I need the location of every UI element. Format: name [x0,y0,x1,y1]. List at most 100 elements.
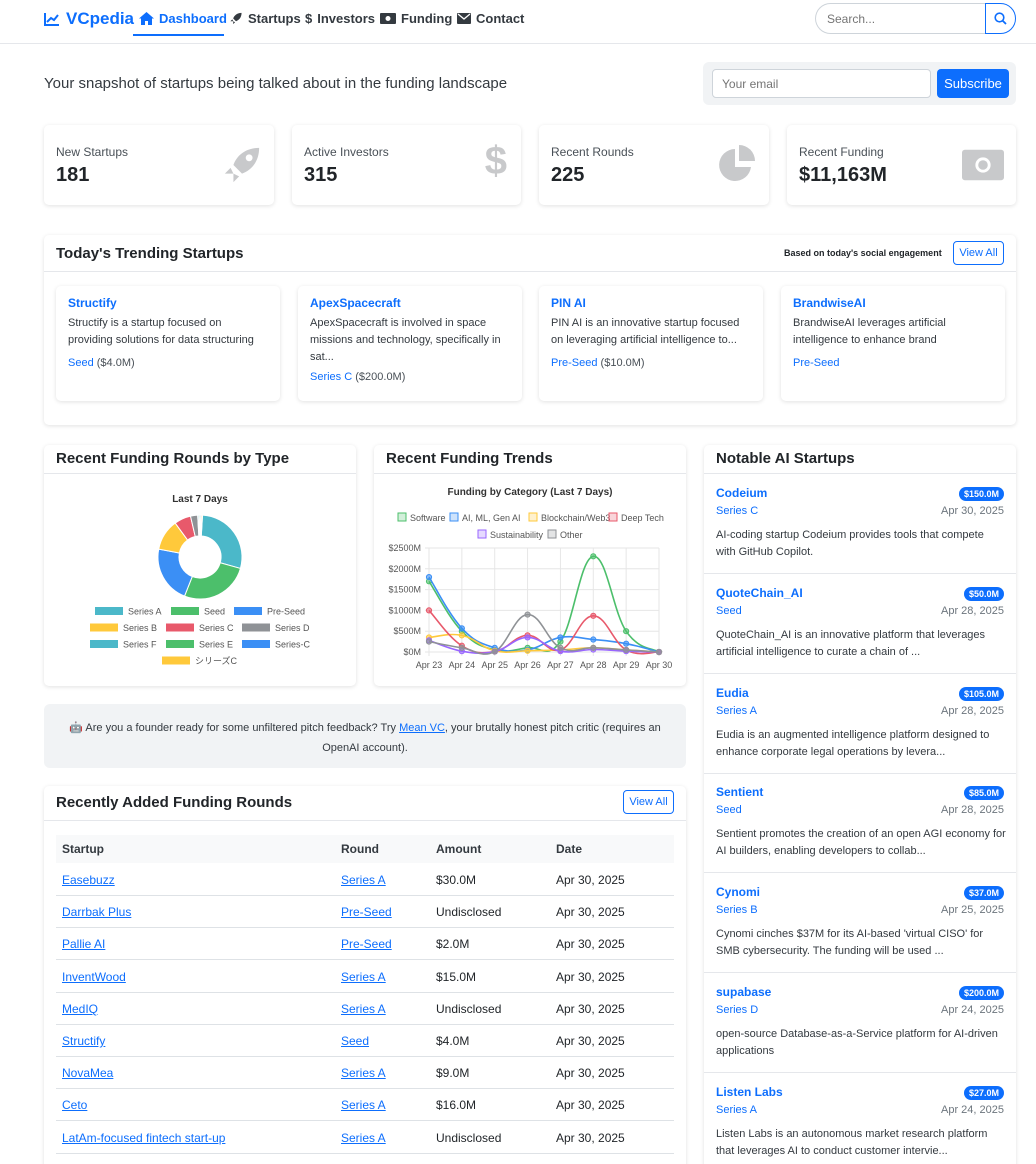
startup-name-link[interactable]: ApexSpacecraft [310,296,510,310]
startup-link[interactable]: InventWood [62,970,126,984]
data-point[interactable] [557,644,564,651]
startup-name-link[interactable]: PIN AI [551,296,751,310]
round-link[interactable]: Seed [716,605,742,617]
legend-label[interactable]: Other [560,530,583,540]
legend-label[interactable]: Software [410,513,446,523]
trending-card[interactable]: Structify Structify is a startup focused… [56,286,280,401]
recent-rounds-view-all-button[interactable]: View All [623,790,674,814]
legend-label[interactable]: Deep Tech [621,513,664,523]
startup-link[interactable]: Ceto [62,1098,87,1112]
data-point[interactable] [425,638,433,645]
round-link[interactable]: Series C [716,505,758,517]
round-link[interactable]: Series A [716,705,757,717]
legend-label[interactable]: Pre-Seed [267,607,305,617]
data-point[interactable] [590,644,597,651]
legend-label[interactable]: シリーズC [195,655,238,666]
data-point[interactable] [425,574,433,581]
data-point[interactable] [623,646,630,654]
data-point[interactable] [524,647,531,654]
round-link[interactable]: Series A [716,1104,757,1116]
nav-dashboard[interactable]: Dashboard [139,11,227,26]
brand-logo[interactable]: VCpedia [44,9,134,29]
data-point[interactable] [524,634,531,641]
trending-view-all-button[interactable]: View All [953,241,1004,265]
round-link[interactable]: Pre-Seed [793,357,839,369]
legend-label[interactable]: Series F [123,640,157,650]
startup-name-link[interactable]: supabase [716,985,771,999]
data-point[interactable] [458,625,465,632]
data-point[interactable] [623,628,630,635]
round-link[interactable]: Series A [341,1066,386,1080]
legend-swatch [166,640,194,648]
email-field[interactable] [712,69,931,98]
data-point[interactable] [557,634,564,641]
trending-card[interactable]: ApexSpacecraft ApexSpacecraft is involve… [298,286,522,401]
nav-contact[interactable]: Contact [457,11,524,26]
legend-label[interactable]: AI, ML, Gen AI [462,513,521,523]
legend-label[interactable]: Sustainability [490,530,544,540]
data-point[interactable] [458,632,465,639]
startup-name-link[interactable]: Codeium [716,486,767,500]
data-point[interactable] [590,612,597,619]
donut-slice[interactable] [157,548,193,597]
legend-label[interactable]: Blockchain/Web3 [541,513,610,523]
data-point[interactable] [458,644,465,651]
data-point[interactable] [524,611,531,618]
round-link[interactable]: Pre-Seed [341,937,392,951]
startup-link[interactable]: Structify [62,1034,105,1048]
round-link[interactable]: Series A [341,970,386,984]
startup-link[interactable]: MedIQ [62,1002,98,1016]
data-point[interactable] [491,648,498,655]
round-link[interactable]: Series D [716,1004,758,1016]
round-link[interactable]: Series A [341,1098,386,1112]
legend-label[interactable]: Seed [204,607,225,617]
round-link[interactable]: Series B [716,904,758,916]
round-link[interactable]: Seed [716,804,742,816]
startup-link[interactable]: Easebuzz [62,873,115,887]
legend-label[interactable]: Series D [275,623,310,633]
startup-link[interactable]: NovaMea [62,1066,113,1080]
subscribe-button[interactable]: Subscribe [937,69,1009,98]
nav-startups[interactable]: Startups [229,11,301,26]
startup-name-link[interactable]: Eudia [716,686,749,700]
data-point[interactable] [623,640,630,647]
round-link[interactable]: Pre-Seed [551,357,597,369]
startup-name-link[interactable]: Cynomi [716,885,760,899]
trending-card[interactable]: PIN AI PIN AI is an innovative startup f… [539,286,763,401]
legend-label[interactable]: Series E [199,640,233,650]
round-link[interactable]: Series A [341,873,386,887]
legend-label[interactable]: Series C [199,623,234,633]
round-link[interactable]: Seed [341,1034,369,1048]
nav-funding[interactable]: Funding [380,11,452,26]
round-link[interactable]: Series A [341,1002,386,1016]
startup-name-link[interactable]: Sentient [716,785,763,799]
startup-link[interactable]: Darrbak Plus [62,905,131,919]
round-link[interactable]: Series A [341,1131,386,1145]
legend-label[interactable]: Series A [128,607,162,617]
donut-slice[interactable] [200,514,243,570]
legend-label[interactable]: Series-C [275,640,311,650]
startup-description: ApexSpacecraft is involved in space miss… [310,317,501,363]
donut-slice[interactable] [183,562,242,600]
stat-label: Active Investors [304,145,389,159]
data-point[interactable] [590,636,597,643]
startup-link[interactable]: Pallie AI [62,937,105,951]
legend-label[interactable]: Series B [123,623,157,633]
round-link[interactable]: Seed [68,357,94,369]
startup-name-link[interactable]: Listen Labs [716,1085,783,1099]
data-point[interactable] [590,553,597,560]
trending-card[interactable]: BrandwiseAI BrandwiseAI leverages artifi… [781,286,1005,401]
round-info: Series C ($200.0M) [310,369,510,385]
data-point[interactable] [655,648,663,656]
data-point[interactable] [425,607,433,614]
startup-name-link[interactable]: QuoteChain_AI [716,586,803,600]
startup-name-link[interactable]: Structify [68,296,268,310]
round-link[interactable]: Series C [310,371,352,383]
startup-name-link[interactable]: BrandwiseAI [793,296,993,310]
nav-investors[interactable]: $ Investors [305,11,375,26]
startup-link[interactable]: LatAm-focused fintech start-up [62,1131,225,1145]
search-button[interactable] [985,3,1016,34]
search-input[interactable] [815,3,986,34]
mean-vc-link[interactable]: Mean VC [399,722,445,734]
round-link[interactable]: Pre-Seed [341,905,392,919]
